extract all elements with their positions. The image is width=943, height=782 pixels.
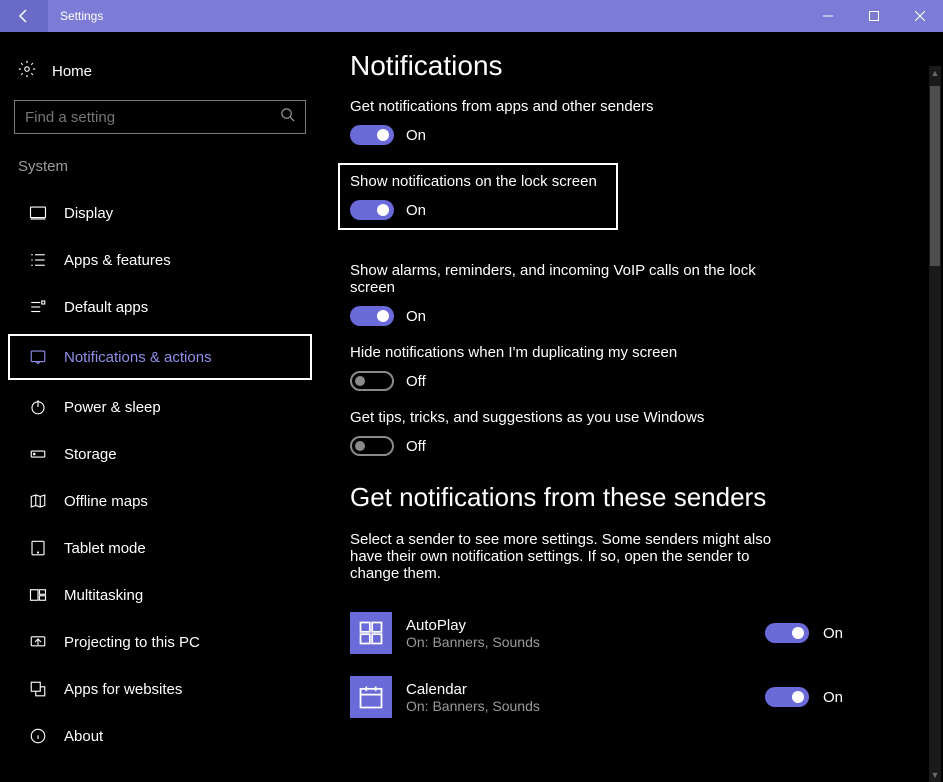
sidebar-item-label: Multitasking (64, 587, 143, 604)
setting-label: Get notifications from apps and other se… (350, 98, 770, 115)
sender-toggle-state: On (823, 689, 843, 706)
sidebar-item-tablet-mode[interactable]: Tablet mode (8, 525, 312, 571)
sidebar-item-storage[interactable]: Storage (8, 431, 312, 477)
sidebar-item-apps-features[interactable]: Apps & features (8, 237, 312, 283)
calendar-icon (350, 676, 392, 718)
sidebar-item-multitasking[interactable]: Multitasking (8, 572, 312, 618)
setting-label: Get tips, tricks, and suggestions as you… (350, 409, 770, 426)
sidebar-item-default-apps[interactable]: Default apps (8, 284, 312, 330)
senders-description: Select a sender to see more settings. So… (350, 531, 780, 582)
senders-heading: Get notifications from these senders (350, 482, 903, 513)
sender-row-autoplay[interactable]: AutoPlayOn: Banners, Sounds On (350, 606, 903, 670)
toggle-switch[interactable] (350, 306, 394, 326)
maximize-button[interactable] (851, 0, 897, 32)
scrollbar-thumb[interactable] (930, 86, 940, 266)
highlighted-setting: Show notifications on the lock screen On (338, 163, 618, 230)
sidebar-item-display[interactable]: Display (8, 190, 312, 236)
display-icon (28, 204, 48, 222)
setting-label: Show alarms, reminders, and incoming VoI… (350, 262, 770, 296)
sender-toggle[interactable] (765, 687, 809, 707)
toggle-switch[interactable] (350, 436, 394, 456)
home-button[interactable]: Home (0, 50, 320, 100)
sidebar-item-label: About (64, 728, 103, 745)
sidebar-item-label: Storage (64, 446, 117, 463)
sender-subtitle: On: Banners, Sounds (406, 698, 751, 714)
scroll-up-arrow[interactable]: ▲ (929, 66, 941, 80)
sidebar-item-label: Power & sleep (64, 399, 161, 416)
sidebar: Home System Display Apps & features Defaul… (0, 32, 320, 752)
toggle-state: On (406, 127, 426, 144)
toggle-switch[interactable] (350, 200, 394, 220)
sidebar-item-label: Apps for websites (64, 681, 182, 698)
section-label: System (0, 158, 320, 189)
sidebar-item-projecting-to-this-pc[interactable]: Projecting to this PC (8, 619, 312, 665)
sender-name: Calendar (406, 681, 751, 698)
sidebar-item-label: Projecting to this PC (64, 634, 200, 651)
default-apps-icon (28, 298, 48, 316)
titlebar: Settings (0, 0, 943, 32)
toggle-state: Off (406, 438, 426, 455)
search-icon (280, 107, 295, 127)
sidebar-item-notifications-actions[interactable]: Notifications & actions (8, 334, 312, 380)
scrollbar[interactable]: ▲ ▼ (929, 66, 941, 782)
setting-label: Show notifications on the lock screen (350, 173, 606, 190)
back-button[interactable] (0, 0, 48, 32)
search-input[interactable] (25, 109, 280, 126)
minimize-button[interactable] (805, 0, 851, 32)
autoplay-icon (350, 612, 392, 654)
sidebar-item-label: Apps & features (64, 252, 171, 269)
sidebar-item-power-sleep[interactable]: Power & sleep (8, 384, 312, 430)
toggle-switch[interactable] (350, 371, 394, 391)
close-button[interactable] (897, 0, 943, 32)
home-label: Home (52, 63, 92, 80)
projecting-icon (28, 633, 48, 651)
page-heading: Notifications (350, 50, 903, 82)
toggle-state: Off (406, 373, 426, 390)
sender-toggle-state: On (823, 625, 843, 642)
gear-icon (18, 60, 36, 82)
search-box[interactable] (14, 100, 306, 134)
window-title: Settings (48, 9, 805, 23)
maps-icon (28, 492, 48, 510)
sender-subtitle: On: Banners, Sounds (406, 634, 751, 650)
toggle-switch[interactable] (350, 125, 394, 145)
scroll-down-arrow[interactable]: ▼ (929, 768, 941, 782)
sidebar-item-label: Display (64, 205, 113, 222)
sender-row-calendar[interactable]: CalendarOn: Banners, Sounds On (350, 670, 903, 734)
power-icon (28, 398, 48, 416)
toggle-state: On (406, 308, 426, 325)
apps-websites-icon (28, 680, 48, 698)
setting-label: Hide notifications when I'm duplicating … (350, 344, 770, 361)
sidebar-item-apps-for-websites[interactable]: Apps for websites (8, 666, 312, 712)
sidebar-item-label: Notifications & actions (64, 349, 212, 366)
tablet-icon (28, 539, 48, 557)
sidebar-item-label: Tablet mode (64, 540, 146, 557)
notifications-icon (28, 348, 48, 366)
sender-toggle[interactable] (765, 623, 809, 643)
multitasking-icon (28, 586, 48, 604)
apps-icon (28, 251, 48, 269)
sidebar-item-label: Offline maps (64, 493, 148, 510)
storage-icon (28, 445, 48, 463)
main-panel: Notifications Get notifications from app… (320, 32, 943, 752)
sender-name: AutoPlay (406, 617, 751, 634)
sidebar-item-about[interactable]: About (8, 713, 312, 759)
about-icon (28, 727, 48, 745)
toggle-state: On (406, 202, 426, 219)
sidebar-item-offline-maps[interactable]: Offline maps (8, 478, 312, 524)
sidebar-item-label: Default apps (64, 299, 148, 316)
